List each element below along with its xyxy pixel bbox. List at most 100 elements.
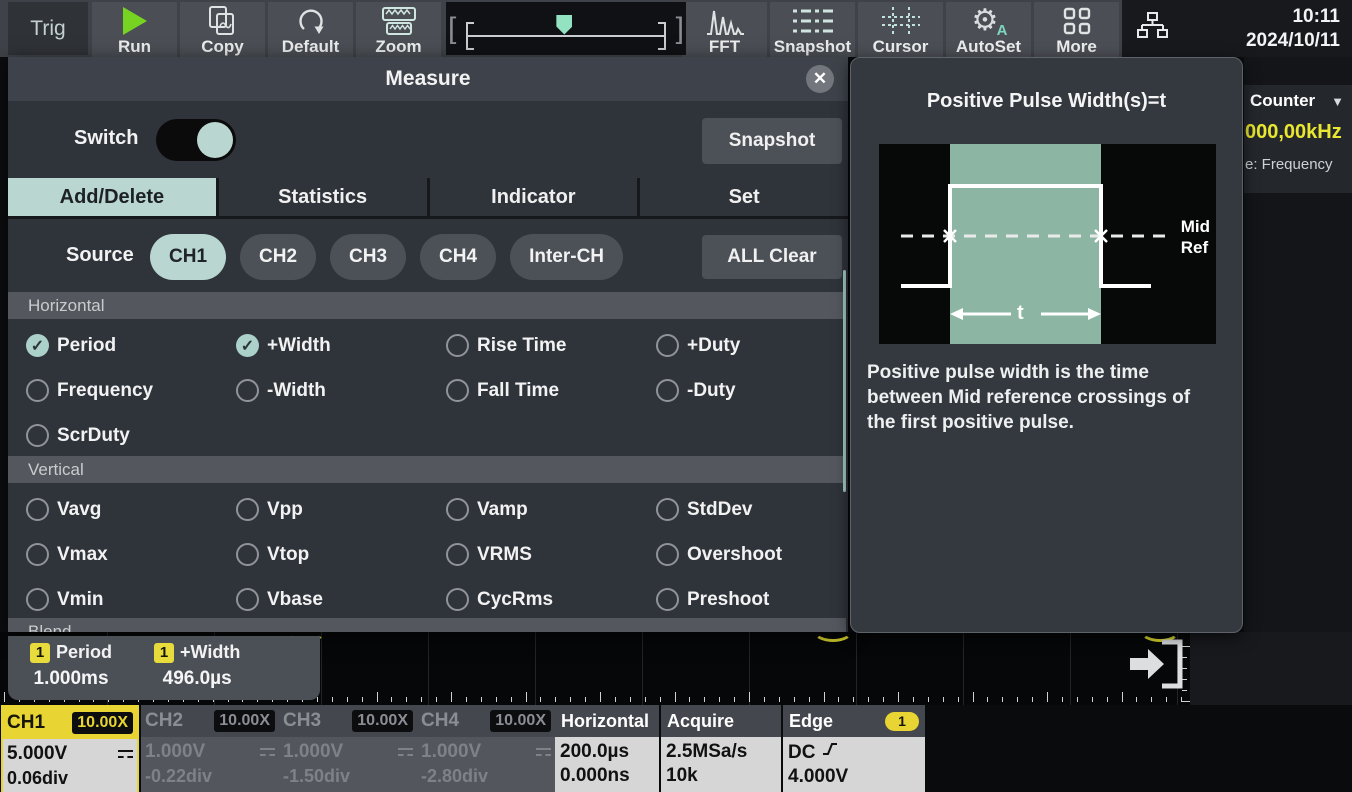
measurement-option-duty[interactable]: +Duty xyxy=(656,334,828,357)
timebase-position-bar[interactable]: [ ] xyxy=(446,2,686,55)
measurement-option-vmin[interactable]: Vmin xyxy=(26,588,236,611)
ruler-tick xyxy=(689,697,690,702)
measurement-option-label: Vmin xyxy=(57,589,103,611)
toolbar-button-zoom[interactable]: Zoom xyxy=(356,2,441,57)
measurement-option-label: Frequency xyxy=(57,380,153,402)
measurement-option-preshoot[interactable]: Preshoot xyxy=(656,588,828,611)
channel-box-ch3[interactable]: CH310.00X1.000V-1.50div xyxy=(279,705,417,792)
channel-name: CH1 xyxy=(7,712,45,734)
measurement-option-vmax[interactable]: Vmax xyxy=(26,543,236,566)
autoset-icon: ⚙A xyxy=(972,4,1006,37)
ruler-tick xyxy=(838,697,839,702)
ruler-tick xyxy=(660,697,661,702)
channel-scale: 1.000V xyxy=(421,740,481,764)
measurement-option-vbase[interactable]: Vbase xyxy=(236,588,446,611)
unchecked-radio-icon xyxy=(26,543,49,566)
grid-line xyxy=(1070,632,1071,705)
toolbar-button-fft[interactable]: FFT xyxy=(682,2,767,57)
unchecked-radio-icon xyxy=(446,379,469,402)
measurement-option-vrms[interactable]: VRMS xyxy=(446,543,656,566)
source-pill-inter-ch[interactable]: Inter-CH xyxy=(510,234,623,280)
toolbar-button-default[interactable]: Default xyxy=(268,2,353,57)
channel-box-ch2[interactable]: CH210.00X1.000V-0.22div xyxy=(141,705,279,792)
toolbar-button-snapshot[interactable]: Snapshot xyxy=(770,2,855,57)
ruler-tick xyxy=(1077,697,1078,702)
tab-add-delete[interactable]: Add/Delete xyxy=(8,178,219,216)
unchecked-radio-icon xyxy=(446,543,469,566)
ruler-tick xyxy=(391,697,392,702)
toolbar-button-more[interactable]: More xyxy=(1034,2,1119,57)
zoom-icon xyxy=(380,4,418,37)
measurement-option-duty[interactable]: -Duty xyxy=(656,379,828,402)
snapshot-button[interactable]: Snapshot xyxy=(702,118,842,164)
trigger-status-box[interactable]: Edge 1 DC 4.000V xyxy=(783,705,925,792)
clock-time: 10:11 xyxy=(1168,5,1340,29)
source-pill-ch4[interactable]: CH4 xyxy=(420,234,496,280)
measure-switch-toggle[interactable] xyxy=(156,119,236,161)
source-label: Source xyxy=(66,244,134,267)
channel-box-ch1[interactable]: CH110.00X5.000V0.06div xyxy=(1,705,139,792)
measurement-option-label: ScrDuty xyxy=(57,425,130,447)
counter-collapse-caret[interactable]: ▼ xyxy=(1331,94,1344,109)
ruler-tick xyxy=(973,692,974,702)
result-period[interactable]: 1Period1.000ms xyxy=(30,642,112,700)
horizontal-status-box[interactable]: Horizontal 200.0µs 0.000ns xyxy=(555,705,659,792)
measure-tabs: Add/DeleteStatisticsIndicatorSet xyxy=(8,178,848,219)
measurement-option-rise-time[interactable]: Rise Time xyxy=(446,334,656,357)
toolbar-button-cursor[interactable]: Cursor xyxy=(858,2,943,57)
dialog-scrollbar[interactable] xyxy=(843,270,846,492)
network-icon[interactable] xyxy=(1136,10,1168,47)
measurement-option-label: Vtop xyxy=(267,544,309,566)
source-pill-ch3[interactable]: CH3 xyxy=(330,234,406,280)
measurement-option-label: +Width xyxy=(267,335,331,357)
tab-set[interactable]: Set xyxy=(640,178,848,216)
ruler-tick xyxy=(868,697,869,702)
probe-ratio: 10.00X xyxy=(72,712,133,734)
tab-statistics[interactable]: Statistics xyxy=(219,178,430,216)
measurement-option-stddev[interactable]: StdDev xyxy=(656,498,828,521)
grid-line xyxy=(321,632,322,705)
unchecked-radio-icon xyxy=(236,543,259,566)
measurement-option-overshoot[interactable]: Overshoot xyxy=(656,543,828,566)
tab-indicator[interactable]: Indicator xyxy=(430,178,641,216)
measurement-option-vtop[interactable]: Vtop xyxy=(236,543,446,566)
trig-button[interactable]: Trig xyxy=(8,2,88,55)
measurement-option-scrduty[interactable]: ScrDuty xyxy=(26,424,236,447)
dc-coupling-icon xyxy=(260,748,275,756)
source-pill-ch2[interactable]: CH2 xyxy=(240,234,316,280)
pulse-width-diagram: Mid Ref t xyxy=(879,144,1216,344)
measurement-option-label: Period xyxy=(57,335,116,357)
acquire-status-box[interactable]: Acquire 2.5MSa/s 10k xyxy=(661,705,781,792)
toolbar-button-autoset[interactable]: ⚙AAutoSet xyxy=(946,2,1031,57)
measurement-option-vamp[interactable]: Vamp xyxy=(446,498,656,521)
result-name: Period xyxy=(56,642,112,663)
all-clear-button[interactable]: ALL Clear xyxy=(702,235,842,279)
measurement-option-cycrms[interactable]: CycRms xyxy=(446,588,656,611)
trigger-position-marker[interactable] xyxy=(556,15,572,35)
ruler-tick xyxy=(526,692,527,702)
measurement-option-fall-time[interactable]: Fall Time xyxy=(446,379,656,402)
dialog-titlebar[interactable]: Measure ✕ xyxy=(8,57,848,101)
unchecked-radio-icon xyxy=(26,424,49,447)
toolbar-button-run[interactable]: Run xyxy=(92,2,177,57)
grid-line xyxy=(642,632,643,705)
measurement-option-width[interactable]: -Width xyxy=(236,379,446,402)
measurement-option-vpp[interactable]: Vpp xyxy=(236,498,446,521)
channel-scale: 5.000V xyxy=(7,742,67,766)
dialog-title: Measure xyxy=(8,57,848,101)
ruler-tick xyxy=(675,692,676,702)
toolbar-button-copy[interactable]: Copy xyxy=(180,2,265,57)
measurement-option-frequency[interactable]: Frequency xyxy=(26,379,236,402)
close-icon[interactable]: ✕ xyxy=(806,65,834,93)
acquire-title: Acquire xyxy=(667,705,734,737)
result-value: 496.0µs xyxy=(163,668,232,690)
result-width[interactable]: 1+Width496.0µs xyxy=(154,642,240,700)
measurement-option-width[interactable]: ✓+Width xyxy=(236,334,446,357)
measurement-option-vavg[interactable]: Vavg xyxy=(26,498,236,521)
result-name: +Width xyxy=(180,642,240,663)
channel-box-ch4[interactable]: CH410.00X1.000V-2.80div xyxy=(417,705,555,792)
measurement-option-period[interactable]: ✓Period xyxy=(26,334,236,357)
source-pill-ch1[interactable]: CH1 xyxy=(150,234,226,280)
ruler-tick xyxy=(585,697,586,702)
measurement-option-label: Overshoot xyxy=(687,544,782,566)
